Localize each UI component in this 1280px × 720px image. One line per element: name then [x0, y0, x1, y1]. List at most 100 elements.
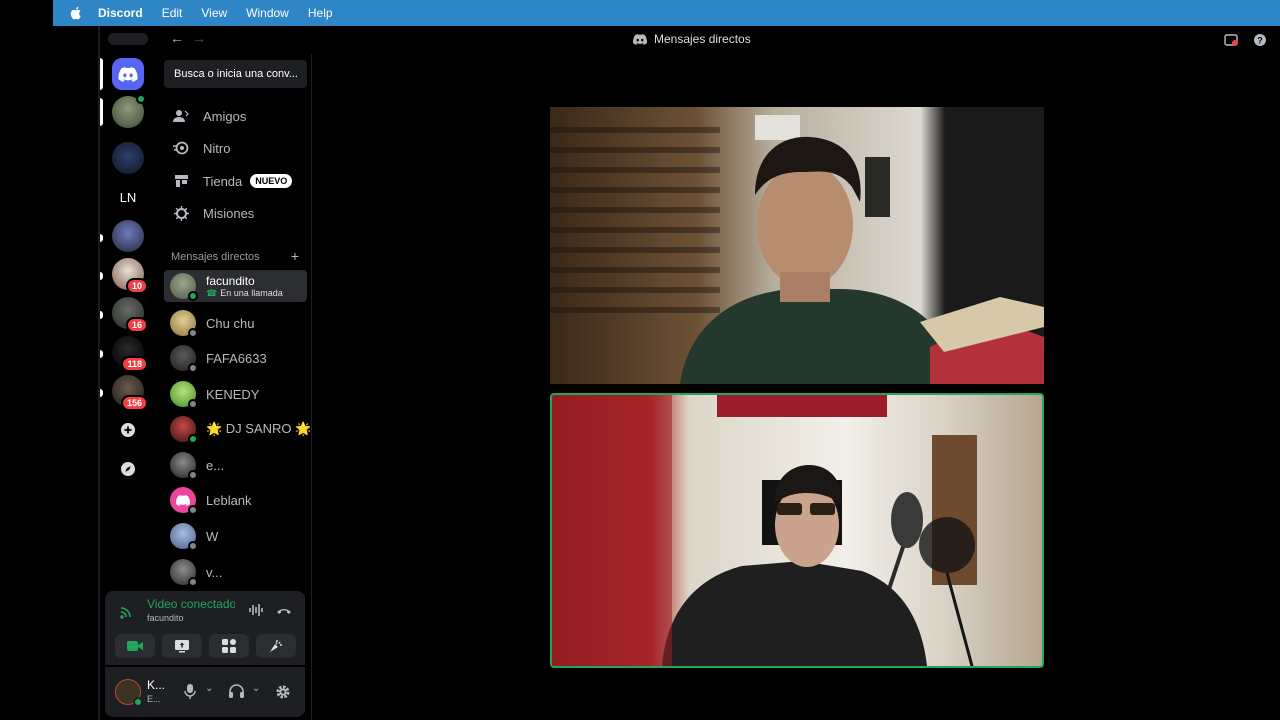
status-dot: [188, 434, 198, 444]
help-icon[interactable]: ?: [1253, 33, 1267, 47]
dm-name: W: [206, 528, 219, 544]
nav-shop[interactable]: Tienda NUEVO: [164, 166, 307, 196]
headphones-icon[interactable]: [229, 684, 244, 698]
dm-name: KENEDY: [206, 386, 260, 402]
dm-item[interactable]: Leblank: [164, 484, 307, 516]
server-icon[interactable]: [112, 142, 144, 174]
server-icon[interactable]: 10: [112, 258, 148, 294]
dm-status-text: En una llamada: [220, 288, 283, 298]
call-indicator: [136, 94, 146, 104]
back-arrow-icon[interactable]: ←: [170, 30, 184, 46]
window-controls[interactable]: [108, 33, 148, 45]
menu-edit[interactable]: Edit: [162, 6, 183, 20]
dm-item[interactable]: KENEDY: [164, 378, 307, 410]
noise-suppression-icon[interactable]: [248, 602, 264, 618]
avatar: [170, 310, 198, 338]
chevron-down-icon[interactable]: ⌄: [252, 683, 260, 694]
mention-badge: 118: [121, 356, 148, 372]
direct-messages-home-button[interactable]: [112, 58, 144, 90]
unread-indicator: [100, 350, 103, 358]
video-feed: [552, 395, 977, 666]
avatar: [170, 523, 198, 551]
gear-icon[interactable]: [275, 684, 291, 700]
menu-help[interactable]: Help: [308, 6, 333, 20]
status-dot: [188, 470, 198, 480]
voice-channel-name[interactable]: facundito: [147, 613, 184, 623]
chevron-down-icon[interactable]: ⌄: [205, 683, 213, 694]
avatar: [170, 381, 198, 409]
video-tile-self[interactable]: [550, 393, 1044, 668]
status-dot: [188, 541, 198, 551]
soundboard-button[interactable]: [256, 634, 296, 658]
dm-item[interactable]: Chu chu: [164, 307, 307, 339]
dm-item[interactable]: W: [164, 520, 307, 552]
microphone-icon[interactable]: [184, 684, 196, 699]
status-dot: [133, 697, 143, 707]
unread-indicator: [100, 98, 103, 126]
discord-logo-icon: [633, 33, 647, 45]
status-dot: [188, 291, 198, 301]
menu-window[interactable]: Window: [246, 6, 289, 20]
discord-logo-icon: [176, 494, 190, 506]
soundboard-icon: [270, 640, 282, 652]
dm-name: Leblank: [206, 492, 252, 508]
server-ln[interactable]: LN: [112, 181, 144, 213]
search-input[interactable]: Busca o inicia una conv...: [164, 60, 307, 88]
discover-button[interactable]: [112, 453, 144, 485]
user-avatar[interactable]: [115, 679, 143, 707]
disconnect-icon[interactable]: [276, 603, 292, 619]
server-icon[interactable]: 156: [112, 375, 148, 411]
server-avatar[interactable]: [112, 94, 146, 128]
create-dm-plus-icon[interactable]: +: [291, 249, 299, 263]
nav-nitro[interactable]: Nitro: [164, 133, 307, 163]
user-panel: K... E... ⌄ ⌄: [105, 667, 305, 717]
dm-item[interactable]: e...: [164, 449, 307, 481]
dm-item-facundito[interactable]: facundito ☎ En una llamada: [164, 270, 307, 302]
screen-share-icon: [175, 639, 189, 652]
screen-share-button[interactable]: [162, 634, 202, 658]
status-dot: [188, 577, 198, 587]
avatar: [170, 416, 198, 444]
quests-icon: [172, 205, 190, 221]
inbox-icon[interactable]: [1224, 33, 1238, 47]
svg-text:?: ?: [1257, 36, 1263, 46]
discord-logo-icon: [118, 66, 138, 82]
dm-name: facundito: [206, 273, 255, 288]
avatar: [170, 559, 198, 587]
nav-friends[interactable]: Amigos: [164, 101, 307, 131]
server-icon[interactable]: 118: [112, 336, 148, 372]
camera-button[interactable]: [115, 634, 155, 658]
unread-indicator: [100, 311, 103, 319]
friends-icon: [172, 109, 190, 123]
signal-icon[interactable]: [119, 603, 135, 619]
dm-name: 🌟 DJ SANRO 🌟: [206, 421, 312, 436]
window-title-text: Mensajes directos: [654, 32, 751, 46]
username[interactable]: K...: [147, 678, 165, 692]
voice-connection-panel: Video conectado facundito: [105, 591, 305, 665]
nitro-icon: [172, 141, 190, 155]
activities-button[interactable]: [209, 634, 249, 658]
video-tile-facundito[interactable]: [550, 107, 1044, 384]
nav-friends-label: Amigos: [203, 108, 247, 124]
nav-quests[interactable]: Misiones: [164, 198, 307, 228]
server-icon[interactable]: 16: [112, 297, 148, 333]
dm-call-status: ☎ En una llamada: [206, 288, 283, 299]
apple-icon[interactable]: [69, 6, 83, 20]
dm-name: e...: [206, 457, 225, 473]
selected-indicator: [100, 58, 103, 90]
add-server-button[interactable]: [112, 414, 144, 446]
menu-view[interactable]: View: [201, 6, 227, 20]
dm-item[interactable]: v...: [164, 556, 307, 588]
dm-item[interactable]: 🌟 DJ SANRO 🌟: [164, 413, 311, 445]
server-icon[interactable]: [112, 220, 144, 252]
avatar: [170, 452, 198, 480]
dm-item[interactable]: FAFA6633: [164, 342, 307, 374]
forward-arrow-icon[interactable]: →: [192, 30, 206, 46]
status-dot: [188, 399, 198, 409]
voice-status-title[interactable]: Video conectado: [147, 597, 235, 611]
status-dot: [188, 505, 198, 515]
menu-discord[interactable]: Discord: [98, 6, 143, 20]
dm-name: v...: [206, 564, 223, 580]
window-titlebar: ← → Mensajes directos ?: [100, 26, 1280, 54]
status-dot: [188, 328, 198, 338]
